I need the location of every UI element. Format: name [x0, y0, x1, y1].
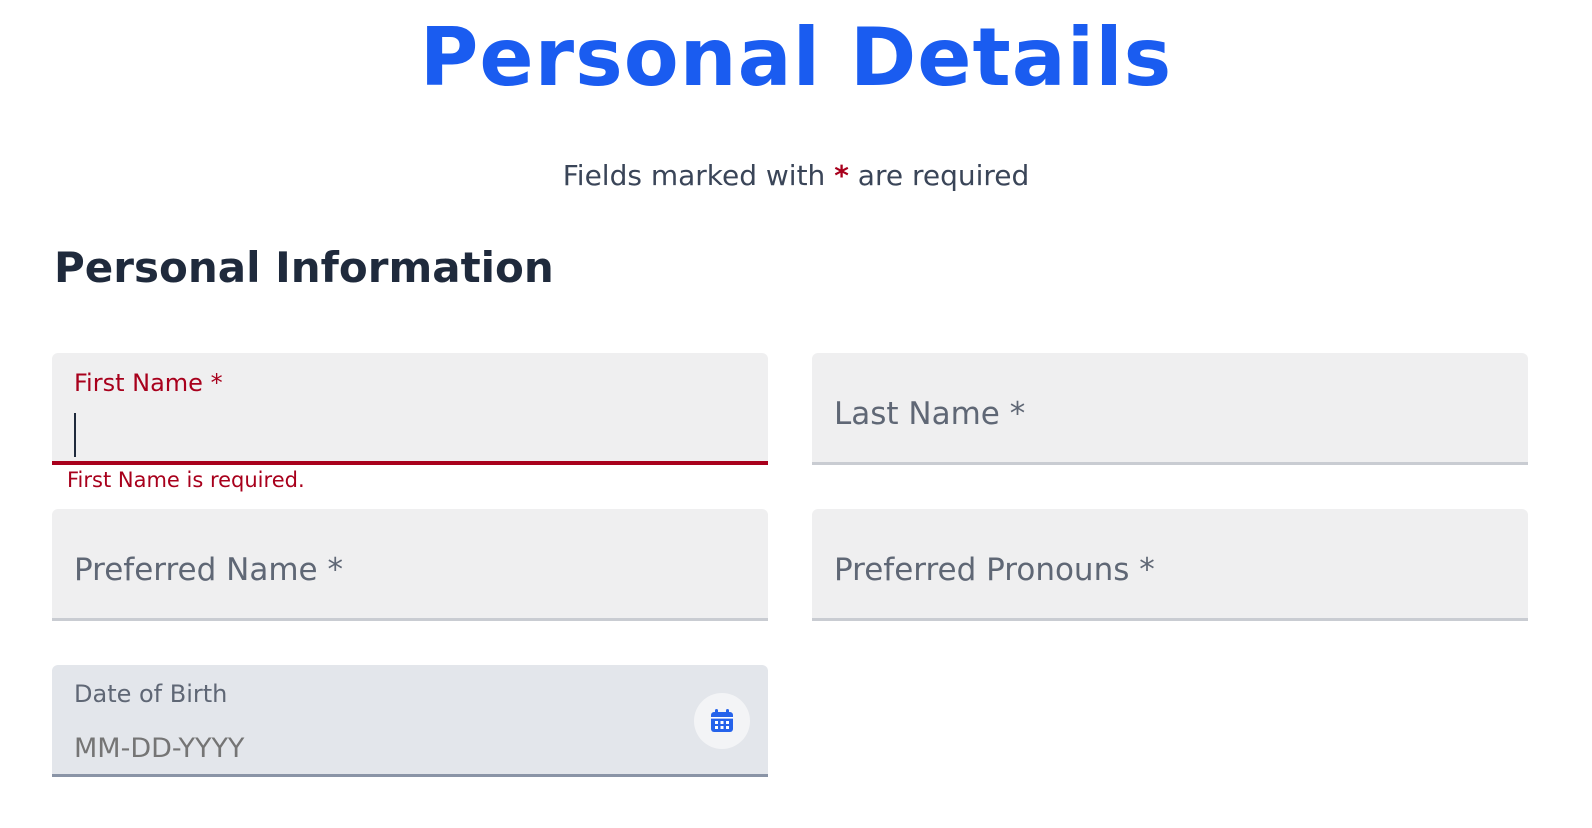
first-name-field[interactable]: First Name * — [52, 353, 768, 465]
preferred-pronouns-field[interactable]: Preferred Pronouns * — [812, 509, 1528, 621]
required-note-text: Fields marked with — [562, 159, 826, 192]
required-star: * — [834, 159, 849, 192]
required-fields-note: Fields marked with * are required — [0, 158, 1592, 194]
page-title: Personal Details — [419, 11, 1173, 104]
date-of-birth-field: Date of Birth — [52, 665, 768, 777]
last-name-label: Last Name * — [834, 396, 1026, 432]
preferred-name-field[interactable]: Preferred Name * — [52, 509, 768, 621]
calendar-icon — [711, 709, 733, 732]
first-name-label: First Name * — [74, 369, 223, 397]
open-calendar-button[interactable] — [694, 693, 750, 749]
personal-details-page: Personal Details Fields marked with * ar… — [0, 0, 1592, 828]
last-name-field[interactable]: Last Name * — [812, 353, 1528, 465]
section-heading-personal-information: Personal Information — [54, 243, 554, 292]
preferred-pronouns-label: Preferred Pronouns * — [834, 552, 1155, 588]
first-name-error-message: First Name is required. — [67, 468, 305, 492]
preferred-name-label: Preferred Name * — [74, 552, 343, 588]
date-of-birth-label: Date of Birth — [74, 680, 228, 708]
required-note-text-end: are required — [857, 159, 1030, 192]
date-of-birth-input[interactable] — [74, 733, 634, 764]
text-cursor — [74, 413, 76, 457]
